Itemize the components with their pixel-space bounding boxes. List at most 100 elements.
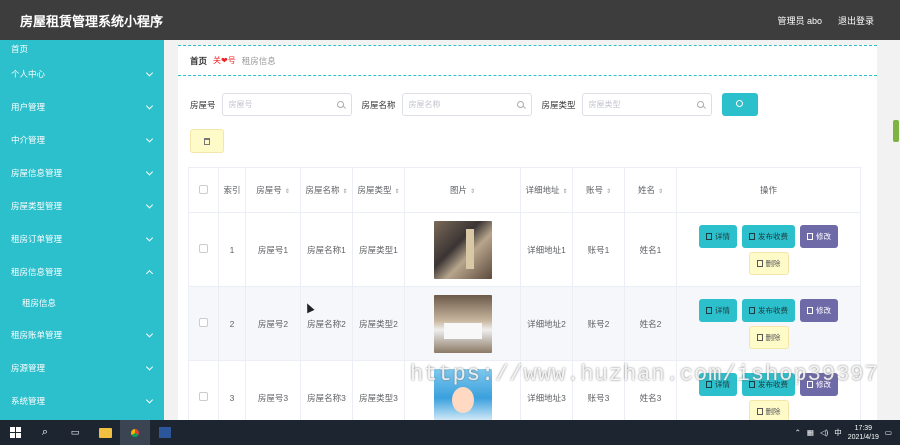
edit-icon — [807, 380, 813, 388]
detail-button[interactable]: 详情 — [699, 372, 737, 396]
sort-icon[interactable]: ⇕ — [342, 188, 347, 195]
select-all-checkbox[interactable] — [199, 184, 208, 194]
sidebar-item-house-type[interactable]: 房屋类型管理 — [0, 189, 164, 222]
cell-name: 姓名1 — [624, 212, 677, 287]
sidebar-item-listings[interactable]: 房源管理 — [0, 351, 164, 384]
edit-button[interactable]: 修改 — [800, 224, 838, 248]
sidebar-item-rent-bills[interactable]: 租房账单管理 — [0, 318, 164, 351]
current-user[interactable]: 管理员 abo — [777, 14, 822, 27]
chrome-icon[interactable] — [120, 420, 150, 445]
clock-date: 2021/4/19 — [847, 433, 879, 441]
publish-icon — [749, 232, 755, 240]
sidebar-item-label: 个人中心 — [11, 68, 46, 79]
col-house-type[interactable]: 房屋类型 ⇕ — [352, 167, 405, 213]
chevron-down-icon — [145, 68, 154, 77]
detail-button[interactable]: 详情 — [699, 224, 737, 248]
ime-indicator[interactable]: 中 — [834, 427, 842, 438]
house-photo[interactable] — [433, 294, 492, 353]
sidebar-item-system[interactable]: 系统管理 — [0, 384, 164, 417]
col-image[interactable]: 图片 ⇕ — [404, 167, 521, 213]
network-icon[interactable]: ▦ — [807, 428, 814, 437]
sidebar-item-label: 房屋类型管理 — [11, 200, 63, 211]
chevron-down-icon — [145, 329, 154, 338]
button-label: 发布收费 — [758, 231, 788, 241]
house-name-input[interactable] — [408, 94, 519, 115]
volume-icon[interactable]: ◁) — [820, 428, 828, 437]
task-view-icon[interactable]: ▭ — [60, 420, 90, 445]
sort-icon[interactable]: ⇕ — [658, 188, 663, 195]
sidebar-item-label: 租房信息 — [22, 298, 57, 308]
button-label: 详情 — [715, 305, 730, 315]
detail-icon — [706, 232, 712, 240]
sort-icon[interactable]: ⇕ — [606, 188, 611, 195]
breadcrumb-current: 租房信息 — [241, 55, 276, 66]
batch-delete-button[interactable] — [190, 129, 224, 153]
search-icon[interactable]: ⌕ — [30, 420, 60, 445]
cell-address: 详细地址2 — [520, 286, 573, 361]
edit-button[interactable]: 修改 — [800, 298, 838, 322]
sidebar-item-label: 房屋信息管理 — [11, 167, 63, 178]
sidebar-item-rent-info-mgmt[interactable]: 租房信息管理 — [0, 255, 164, 288]
button-label: 删除 — [765, 332, 781, 342]
col-house-no[interactable]: 房屋号 ⇕ — [245, 167, 301, 213]
col-address[interactable]: 详细地址 ⇕ — [520, 167, 573, 213]
notification-icon[interactable]: ▭ — [885, 428, 892, 437]
trash-icon — [756, 333, 763, 341]
publish-fee-button[interactable]: 发布收费 — [742, 372, 795, 396]
edit-button[interactable]: 修改 — [800, 372, 838, 396]
table-row: 1 房屋号1 房屋名称1 房屋类型1 详细地址1 账号1 姓名1 详情 发布收费… — [188, 212, 861, 287]
house-photo[interactable] — [433, 220, 492, 279]
chevron-down-icon — [145, 362, 154, 371]
chevron-down-icon — [145, 200, 154, 209]
delete-button[interactable]: 删除 — [748, 251, 789, 275]
sidebar-item-label: 租房账单管理 — [11, 329, 63, 340]
chevron-down-icon — [145, 167, 154, 176]
cell-house-type: 房屋类型2 — [352, 286, 405, 361]
sort-icon[interactable]: ⇕ — [562, 188, 567, 195]
row-checkbox[interactable] — [199, 392, 208, 401]
chevron-up-icon — [145, 269, 154, 277]
sort-icon[interactable]: ⇕ — [470, 188, 475, 195]
button-label: 发布收费 — [758, 305, 788, 315]
house-type-input[interactable] — [588, 94, 699, 115]
sidebar-item-house-info[interactable]: 房屋信息管理 — [0, 156, 164, 189]
logout-link[interactable]: 退出登录 — [838, 14, 874, 27]
page-scrollbar[interactable] — [893, 120, 899, 142]
breadcrumb: 首页 关❤号 租房信息 — [178, 45, 877, 76]
house-name-label: 房屋名称 — [361, 99, 396, 110]
sidebar-item-users[interactable]: 用户管理 — [0, 90, 164, 123]
delete-button[interactable]: 删除 — [748, 399, 789, 420]
sidebar-item-agents[interactable]: 中介管理 — [0, 123, 164, 156]
publish-fee-button[interactable]: 发布收费 — [742, 224, 795, 248]
col-name[interactable]: 姓名 ⇕ — [624, 167, 677, 213]
house-photo[interactable] — [433, 368, 492, 420]
col-house-name[interactable]: 房屋名称 ⇕ — [300, 167, 353, 213]
breadcrumb-home[interactable]: 首页 — [190, 55, 207, 67]
row-actions: 详情 发布收费 修改 删除 — [677, 372, 860, 420]
taskbar-clock[interactable]: 17:39 2021/4/19 — [848, 424, 879, 442]
tray-chevron-icon[interactable]: ⌃ — [795, 428, 801, 437]
col-account[interactable]: 账号 ⇕ — [572, 167, 625, 213]
cell-house-name: 房屋名称2 — [300, 286, 353, 361]
house-no-input[interactable] — [228, 94, 339, 115]
col-label: 账号 — [585, 185, 603, 195]
publish-fee-button[interactable]: 发布收费 — [742, 298, 795, 322]
windows-start-icon[interactable] — [0, 420, 30, 445]
detail-button[interactable]: 详情 — [699, 298, 737, 322]
sidebar-item-profile[interactable]: 个人中心 — [0, 57, 164, 90]
trash-icon — [756, 259, 763, 267]
col-label: 房屋类型 — [357, 185, 392, 195]
sidebar-item-rent-orders[interactable]: 租房订单管理 — [0, 222, 164, 255]
word-icon[interactable] — [150, 420, 180, 445]
row-checkbox[interactable] — [199, 244, 208, 253]
sidebar-subitem-rent-info[interactable]: 租房信息 — [0, 288, 164, 318]
search-button[interactable] — [721, 93, 758, 116]
row-checkbox[interactable] — [199, 318, 208, 327]
sort-icon[interactable]: ⇕ — [285, 188, 290, 195]
top-header: 房屋租赁管理系统小程序 管理员 abo 退出登录 — [0, 0, 900, 40]
delete-button[interactable]: 删除 — [748, 325, 789, 349]
sort-icon[interactable]: ⇕ — [394, 188, 399, 195]
file-explorer-icon[interactable] — [90, 420, 120, 445]
rent-info-table: 索引 房屋号 ⇕ 房屋名称 ⇕ 房屋类型 ⇕ 图片 ⇕ 详细地址 ⇕ 账号 ⇕ 姓名 ⇕ 操作… — [188, 167, 861, 420]
sidebar-item-home[interactable]: 首页 — [0, 40, 164, 57]
